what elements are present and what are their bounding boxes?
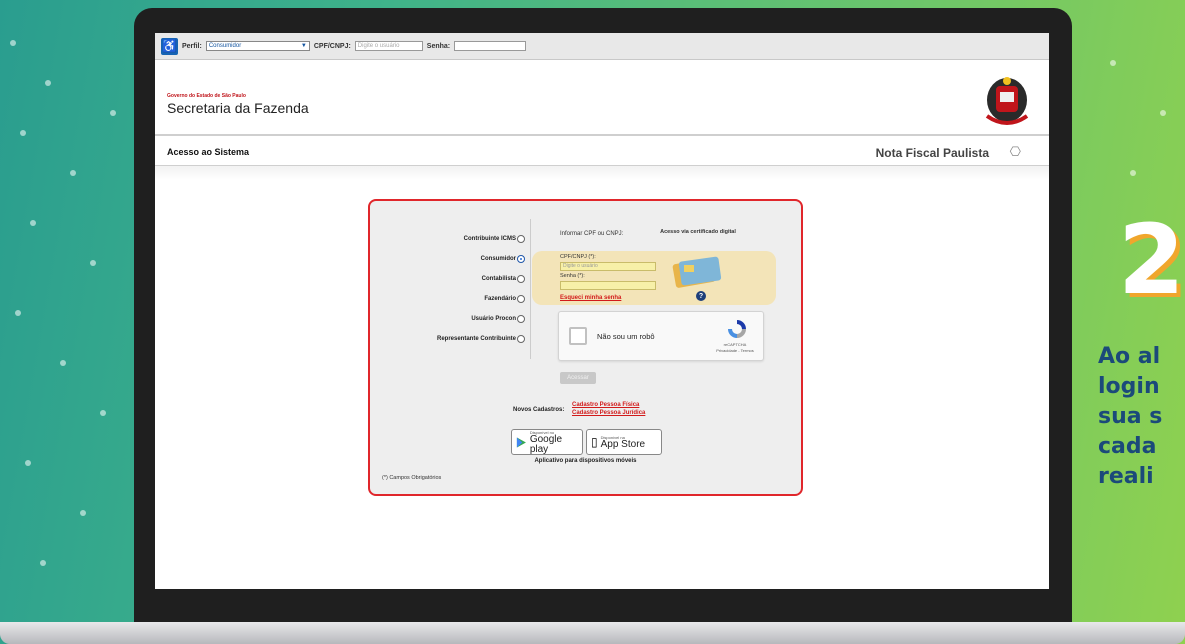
credentials-box: CPF/CNPJ (*): Digite o usuário Senha (*)…	[532, 251, 776, 305]
radio-button[interactable]	[517, 235, 525, 243]
gray-band	[155, 166, 1049, 180]
cpf-field[interactable]: Digite o usuário	[560, 262, 656, 271]
login-panel: Contribuinte ICMS Consumidor Contabilist…	[368, 199, 803, 496]
senha-field-label: Senha (*):	[560, 273, 585, 279]
recaptcha-label: Não sou um robô	[597, 332, 655, 341]
recaptcha-brand: reCAPTCHA Privacidade - Termos	[715, 342, 755, 354]
google-play-text: Disponível no Google play	[530, 430, 578, 455]
dot	[100, 410, 106, 416]
google-big-text: Google play	[529, 433, 563, 455]
recaptcha-brand-name: reCAPTCHA	[723, 342, 747, 347]
radio-button[interactable]	[517, 315, 525, 323]
recaptcha-widget: Não sou um robô reCAPTCHA Privacidade - …	[558, 311, 764, 361]
side-line: login	[1098, 374, 1160, 399]
dot	[45, 80, 51, 86]
nota-fiscal-title: Nota Fiscal Paulista	[875, 146, 989, 160]
dot	[60, 360, 66, 366]
radio-row-consumidor[interactable]: Consumidor	[370, 249, 525, 269]
page-title: Secretaria da Fazenda	[167, 100, 309, 116]
dot	[20, 130, 26, 136]
recaptcha-terms-link[interactable]: Privacidade - Termos	[716, 348, 754, 353]
radio-row-fazendario[interactable]: Fazendário	[370, 289, 525, 309]
apple-big-text: App Store	[600, 438, 646, 450]
radio-button[interactable]	[517, 275, 525, 283]
radio-row-contabilista[interactable]: Contabilista	[370, 269, 525, 289]
dot	[40, 560, 46, 566]
perfil-select[interactable]: Consumidor ▼	[205, 41, 310, 51]
section-bar: Acesso ao Sistema Nota Fiscal Paulista ⎔	[155, 136, 1049, 166]
senha-label: Senha:	[426, 42, 451, 50]
help-icon[interactable]: ?	[696, 291, 706, 301]
side-line: cada	[1098, 434, 1157, 459]
radio-label: Fazendário	[484, 296, 516, 302]
side-line: reali	[1098, 464, 1154, 489]
novos-cadastros-label: Novos Cadastros:	[513, 407, 565, 413]
dot	[1130, 170, 1136, 176]
radio-button[interactable]	[517, 335, 525, 343]
vertical-divider	[530, 219, 531, 359]
app-store-button[interactable]: ▯ Disponível na App Store	[586, 429, 662, 455]
google-play-icon	[516, 437, 526, 447]
coat-of-arms-icon	[985, 77, 1029, 125]
required-fields-note: (*) Campos Obrigatórios	[382, 475, 442, 481]
gov-label: Governo do Estado de São Paulo	[167, 93, 246, 99]
dot	[25, 460, 31, 466]
recaptcha-checkbox[interactable]	[569, 327, 587, 345]
inform-text: Informar CPF ou CNPJ:	[560, 231, 624, 237]
dot	[1110, 60, 1116, 66]
side-caption: Ao al login sua s cada reali	[1098, 342, 1162, 492]
dot	[110, 110, 116, 116]
dot	[90, 260, 96, 266]
top-senha-input[interactable]	[454, 41, 527, 51]
dot	[30, 220, 36, 226]
recaptcha-logo-icon	[728, 320, 746, 338]
browser-screen: ♿ Perfil: Consumidor ▼ CPF/CNPJ: Digite …	[155, 33, 1049, 589]
dot	[1160, 110, 1166, 116]
dot	[70, 170, 76, 176]
radio-row-contribuinte[interactable]: Contribuinte ICMS	[370, 229, 525, 249]
apple-icon: ▯	[591, 435, 598, 449]
dot	[80, 510, 86, 516]
certificate-cards-icon[interactable]	[670, 253, 724, 289]
radio-label: Consumidor	[480, 256, 516, 262]
radio-button[interactable]	[517, 295, 525, 303]
radio-label: Contribuinte ICMS	[463, 236, 516, 242]
radio-row-procon[interactable]: Usuário Procon	[370, 309, 525, 329]
dot	[10, 40, 16, 46]
side-line: Ao al	[1098, 344, 1161, 369]
laptop-base	[0, 622, 1185, 644]
accessibility-icon[interactable]: ♿	[161, 37, 178, 55]
radio-label: Contabilista	[481, 276, 516, 282]
app-store-text: Disponível na App Store	[601, 435, 645, 450]
forgot-password-link[interactable]: Esqueci minha senha	[560, 295, 621, 301]
certificate-link[interactable]: Acesso via certificado digital	[658, 229, 738, 236]
perfil-label: Perfil:	[182, 42, 202, 50]
nfp-logo-icon: ⎔	[1009, 144, 1021, 159]
section-title: Acesso ao Sistema	[167, 147, 250, 157]
profile-radio-list: Contribuinte ICMS Consumidor Contabilist…	[370, 229, 525, 349]
radio-button-selected[interactable]	[517, 255, 525, 263]
site-header: Governo do Estado de São Paulo Secretari…	[155, 60, 1049, 136]
radio-label: Usuário Procon	[471, 316, 516, 322]
side-line: sua s	[1098, 404, 1163, 429]
top-cpf-input[interactable]: Digite o usuário	[354, 41, 423, 51]
acessar-button[interactable]: Acessar	[560, 372, 596, 384]
radio-label: Representante Contribuinte	[436, 336, 516, 342]
apps-caption: Aplicativo para dispositivos móveis	[534, 458, 637, 464]
cadastro-pj-link[interactable]: Cadastro Pessoa Jurídica	[572, 410, 645, 416]
step-number: 2	[1118, 204, 1185, 316]
cpf-label: CPF/CNPJ:	[313, 42, 351, 50]
cadastro-pf-link[interactable]: Cadastro Pessoa Física	[572, 402, 639, 408]
top-login-bar: ♿ Perfil: Consumidor ▼ CPF/CNPJ: Digite …	[155, 33, 1049, 60]
chevron-down-icon: ▼	[300, 43, 307, 49]
google-play-button[interactable]: Disponível no Google play	[511, 429, 583, 455]
dot	[15, 310, 21, 316]
senha-field[interactable]	[560, 281, 656, 290]
cpf-field-label: CPF/CNPJ (*):	[560, 254, 596, 260]
radio-row-representante[interactable]: Representante Contribuinte	[370, 329, 525, 349]
perfil-select-value: Consumidor	[208, 43, 242, 49]
